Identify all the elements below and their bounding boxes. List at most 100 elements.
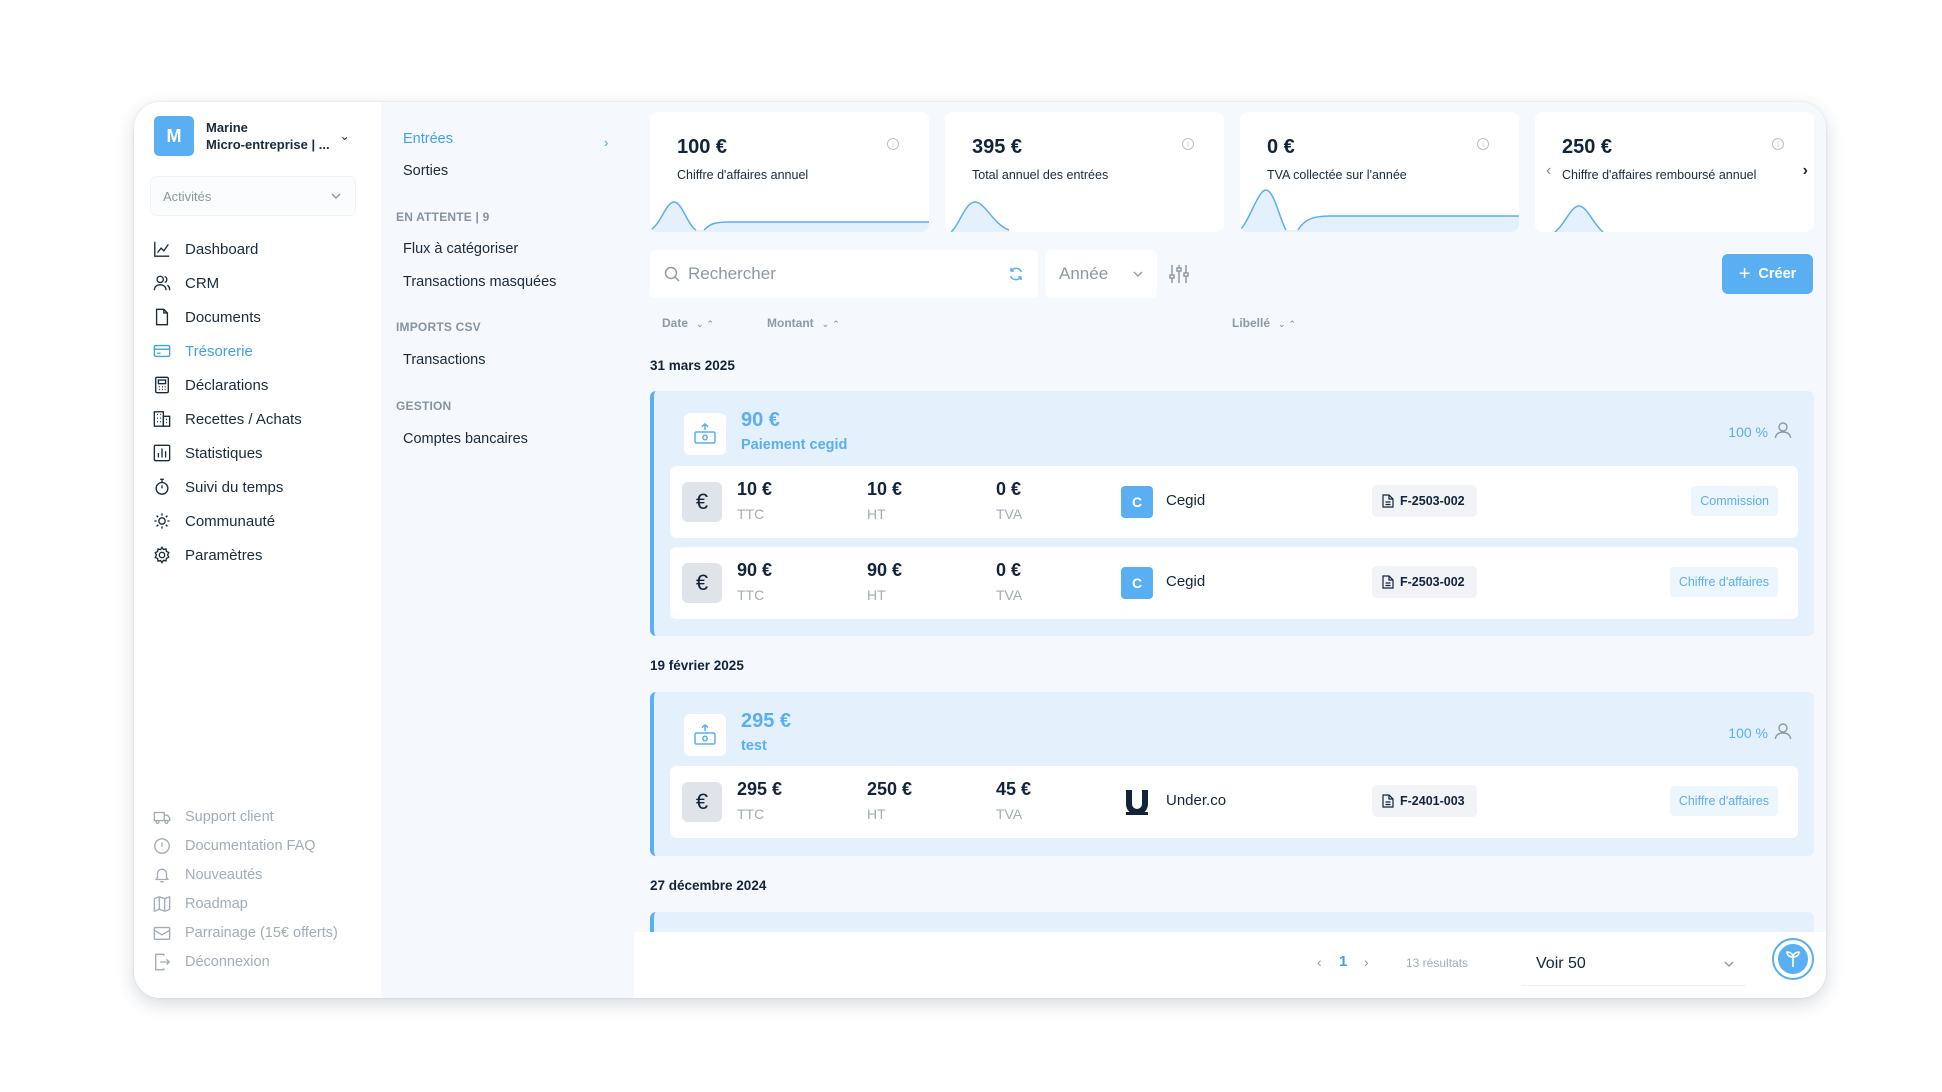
nav-item-communaute[interactable]: Communauté — [152, 504, 372, 538]
client-name[interactable]: Cegid — [1166, 492, 1205, 509]
submenu-flux[interactable]: Flux à catégoriser — [403, 241, 518, 257]
bar-chart-icon — [152, 443, 172, 463]
search-icon — [664, 266, 680, 282]
chevron-right-icon[interactable]: › — [1364, 954, 1369, 970]
column-header-libelle[interactable]: Libellé ⌄⌃ — [1232, 316, 1299, 330]
nav-label: Déclarations — [185, 376, 269, 394]
info-icon — [152, 836, 172, 856]
euro-icon: € — [682, 563, 722, 603]
amount-ht-label: HT — [867, 806, 886, 822]
date-heading: 27 décembre 2024 — [650, 878, 767, 893]
submenu-transactions-masquees[interactable]: Transactions masquées — [403, 274, 556, 290]
amount-ttc-label: TTC — [737, 806, 765, 822]
nav-item-documents[interactable]: Documents — [152, 300, 372, 334]
nav-item-support[interactable]: Support client — [152, 802, 372, 831]
chevron-down-icon[interactable]: ⌄ — [340, 129, 350, 143]
invoice-icon — [1382, 794, 1394, 808]
amount-ttc-label: TTC — [737, 506, 765, 522]
nav-item-parametres[interactable]: Paramètres — [152, 538, 372, 572]
nav-item-crm[interactable]: CRM — [152, 266, 372, 300]
nav-item-statistiques[interactable]: Statistiques — [152, 436, 372, 470]
info-icon[interactable]: i — [887, 138, 899, 150]
transaction-line[interactable]: € 90 € TTC 90 € HT 0 € TVA C Cegid F-250… — [670, 547, 1798, 619]
activities-select[interactable]: Activités — [150, 176, 356, 216]
nav-item-documentation[interactable]: Documentation FAQ — [152, 831, 372, 860]
amount-ttc: 10 € — [737, 479, 773, 499]
user-icon[interactable] — [1774, 421, 1792, 439]
amount-ht: 10 € — [867, 479, 903, 499]
year-select[interactable]: Année — [1045, 250, 1157, 298]
create-button[interactable]: + Créer — [1722, 254, 1813, 294]
logout-icon — [152, 952, 172, 972]
category-tag[interactable]: Chiffre d'affaires — [1669, 786, 1778, 816]
group-amount: 295 € — [741, 710, 792, 732]
user-icon[interactable] — [1774, 722, 1792, 740]
category-tag[interactable]: Chiffre d'affaires — [1669, 567, 1778, 597]
stopwatch-icon — [152, 477, 172, 497]
invoice-badge[interactable]: F-2503-002 — [1372, 566, 1477, 598]
submenu-comptes-bancaires[interactable]: Comptes bancaires — [403, 431, 528, 447]
help-widget-button[interactable] — [1772, 938, 1814, 980]
category-tag[interactable]: Commission — [1691, 486, 1778, 516]
nav-item-roadmap[interactable]: Roadmap — [152, 889, 372, 918]
cash-in-icon — [684, 714, 726, 756]
nav-item-suivi-temps[interactable]: Suivi du temps — [152, 470, 372, 504]
column-header-date[interactable]: Date ⌄⌃ — [662, 316, 717, 330]
nav-label: Suivi du temps — [185, 478, 284, 496]
nav-item-tresorerie[interactable]: Trésorerie — [152, 334, 372, 368]
chevron-right-icon[interactable]: › — [1803, 162, 1808, 180]
nav-item-declarations[interactable]: Déclarations — [152, 368, 372, 402]
amount-ht-label: HT — [867, 506, 886, 522]
client-name[interactable]: Cegid — [1166, 573, 1205, 590]
nav-item-recettes-achats[interactable]: Recettes / Achats — [152, 402, 372, 436]
footer-label: Roadmap — [185, 895, 248, 912]
amount-tva-label: TVA — [996, 506, 1023, 522]
nav-item-deconnexion[interactable]: Déconnexion — [152, 947, 372, 976]
stat-value: 0 € — [1267, 136, 1295, 158]
page-size-select[interactable]: Voir 50 — [1522, 942, 1746, 986]
sort-icon[interactable]: ⌄⌃ — [1278, 319, 1299, 329]
allocation-percent: 100 % — [1728, 424, 1768, 440]
pagination-bar: ‹ 1 › 13 résultats Voir 50 — [634, 932, 1826, 998]
submenu-sorties[interactable]: Sorties — [403, 163, 448, 179]
page-number[interactable]: 1 — [1339, 953, 1347, 970]
submenu-entrees[interactable]: Entrées — [403, 131, 453, 147]
submenu-transactions[interactable]: Transactions — [403, 352, 485, 368]
info-icon[interactable]: i — [1477, 138, 1489, 150]
invoice-badge[interactable]: F-2401-003 — [1372, 785, 1477, 817]
sparkline — [650, 201, 929, 232]
invoice-badge[interactable]: F-2503-002 — [1372, 485, 1477, 517]
nav-item-parrainage[interactable]: Parrainage (15€ offerts) — [152, 918, 372, 947]
refresh-icon[interactable] — [1008, 266, 1024, 282]
sparkline — [1240, 189, 1519, 232]
transaction-group[interactable]: 295 € test 100 % € 295 € TTC 250 € HT 45… — [650, 692, 1814, 856]
account-switcher[interactable]: M Marine Micro-entreprise | ... ⌄ — [154, 116, 364, 156]
sort-icon[interactable]: ⌄⌃ — [696, 319, 717, 329]
info-icon[interactable]: i — [1772, 138, 1784, 150]
invoice-number: F-2401-003 — [1400, 794, 1465, 808]
calculator-icon — [152, 375, 172, 395]
chevron-down-icon — [331, 193, 341, 199]
user-name: Marine — [206, 120, 248, 135]
stat-value: 100 € — [677, 136, 728, 158]
building-icon — [152, 409, 172, 429]
transaction-line[interactable]: € 10 € TTC 10 € HT 0 € TVA C Cegid F-250… — [670, 466, 1798, 538]
chevron-left-icon[interactable]: ‹ — [1546, 162, 1551, 180]
chevron-left-icon[interactable]: ‹ — [1317, 954, 1322, 970]
transaction-line[interactable]: € 295 € TTC 250 € HT 45 € TVA Under.co F… — [670, 766, 1798, 838]
column-header-montant[interactable]: Montant ⌄⌃ — [767, 316, 843, 330]
section-heading-imports: IMPORTS CSV — [396, 320, 481, 334]
client-name[interactable]: Under.co — [1166, 792, 1226, 809]
sort-icon[interactable]: ⌄⌃ — [822, 319, 843, 329]
info-icon[interactable]: i — [1182, 138, 1194, 150]
sparkline — [950, 201, 1010, 232]
section-heading-gestion: GESTION — [396, 399, 452, 413]
search-placeholder: Rechercher — [688, 264, 776, 283]
filter-sliders-icon[interactable] — [1168, 263, 1190, 285]
chart-line-icon — [152, 239, 172, 259]
allocation-percent: 100 % — [1728, 725, 1768, 741]
transaction-group[interactable]: 90 € Paiement cegid 100 % € 10 € TTC 10 … — [650, 391, 1814, 636]
search-field[interactable]: Rechercher — [650, 250, 1038, 298]
nav-item-nouveautes[interactable]: Nouveautés — [152, 860, 372, 889]
nav-item-dashboard[interactable]: Dashboard — [152, 232, 372, 266]
